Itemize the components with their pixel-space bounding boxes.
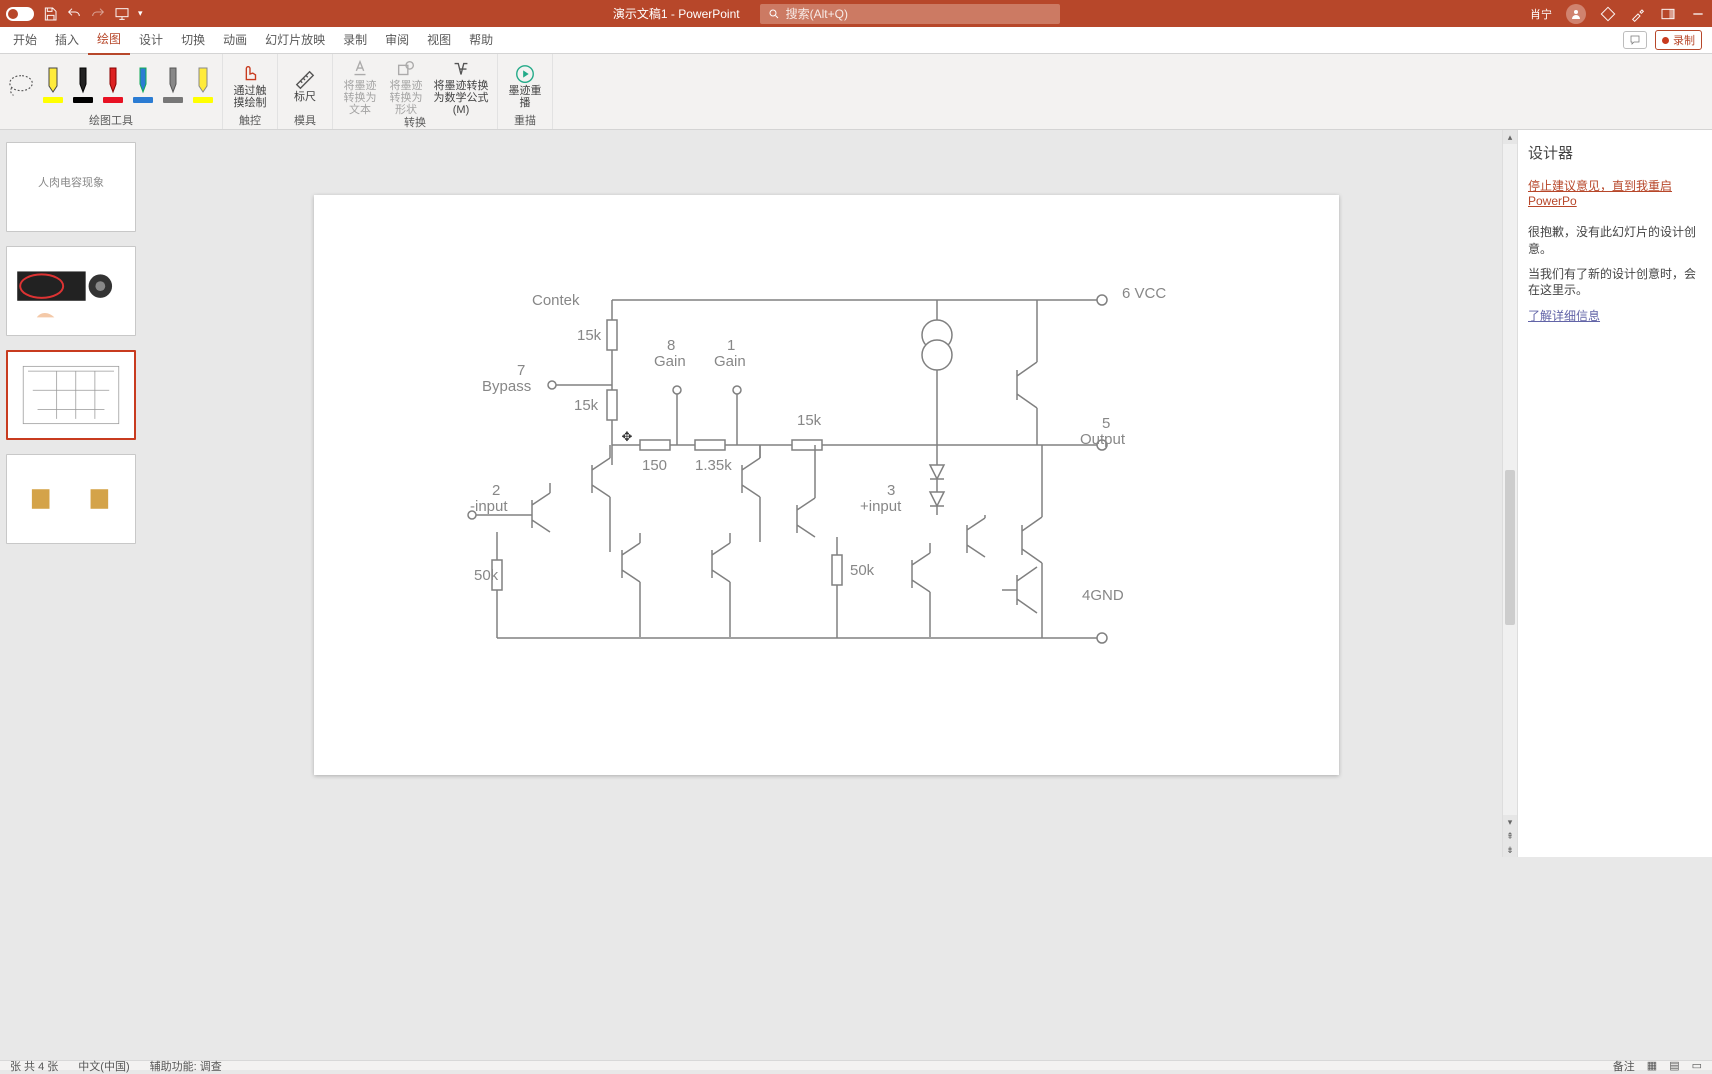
notes-button[interactable]: 备注: [1613, 1058, 1635, 1074]
normal-view-icon[interactable]: ▦: [1647, 1059, 1657, 1072]
thumb-4[interactable]: [6, 454, 136, 544]
ruler-button[interactable]: 标尺: [284, 69, 326, 103]
present-icon[interactable]: [114, 6, 130, 22]
undo-icon[interactable]: [66, 6, 82, 22]
tab-view[interactable]: 视图: [418, 27, 460, 54]
svg-text:4GND: 4GND: [1082, 587, 1124, 604]
svg-text:5Output: 5Output: [1080, 415, 1126, 448]
titlebar: ▾ 演示文稿1 - PowerPoint 搜索(Alt+Q) 肖宁: [0, 0, 1712, 27]
tab-review[interactable]: 审阅: [376, 27, 418, 54]
eyedrop-icon[interactable]: [1630, 6, 1646, 22]
pen-highlighter-yellow2[interactable]: [190, 66, 216, 106]
search-input[interactable]: 搜索(Alt+Q): [760, 4, 1060, 24]
tab-home[interactable]: 开始: [4, 27, 46, 54]
slide-thumbnails: 人肉电容现象: [0, 130, 150, 857]
tab-slideshow[interactable]: 幻灯片放映: [256, 27, 334, 54]
scroll-down-icon[interactable]: ▾: [1503, 815, 1517, 829]
autosave-toggle[interactable]: [6, 7, 34, 21]
svg-text:7Bypass: 7Bypass: [482, 362, 531, 395]
ink-replay-button[interactable]: 墨迹重播: [504, 63, 546, 109]
user-name: 肖宁: [1530, 6, 1552, 22]
panel-icon[interactable]: [1660, 6, 1676, 22]
group-touch: 通过触摸绘制 触控: [223, 54, 278, 129]
scrollbar-thumb[interactable]: [1505, 470, 1515, 625]
slide-canvas[interactable]: Contek 6 VCC 15k 7Bypass 15k 8Gain: [314, 195, 1339, 775]
diamond-icon[interactable]: [1600, 6, 1616, 22]
redo-icon[interactable]: [90, 6, 106, 22]
ribbon: 绘图工具 通过触摸绘制 触控 标尺 模具 将墨迹转换为文本: [0, 54, 1712, 130]
designer-pane: 设计器 停止建议意见，直到我重启 PowerPo 很抱歉，没有此幻灯片的设计创意…: [1517, 130, 1712, 857]
touch-draw-button[interactable]: 通过触摸绘制: [229, 63, 271, 109]
pen-grey[interactable]: [160, 66, 186, 106]
search-placeholder: 搜索(Alt+Q): [786, 5, 848, 22]
thumb-2[interactable]: [6, 246, 136, 336]
slide-canvas-wrapper: Contek 6 VCC 15k 7Bypass 15k 8Gain: [150, 130, 1502, 857]
vertical-scrollbar[interactable]: ▴ ▾ ⇞ ⇟: [1502, 130, 1517, 857]
svg-text:150: 150: [642, 457, 667, 474]
svg-text:6 VCC: 6 VCC: [1122, 285, 1166, 302]
tab-design[interactable]: 设计: [130, 27, 172, 54]
svg-text:1Gain: 1Gain: [714, 337, 746, 370]
accessibility-indicator[interactable]: 辅助功能: 调查: [150, 1058, 222, 1074]
pen-highlighter-yellow[interactable]: [40, 66, 66, 106]
group-convert: 将墨迹转换为文本 将墨迹转换为形状 将墨迹转换为数学公式(M) 转换: [333, 54, 498, 129]
svg-text:3+input: 3+input: [860, 482, 902, 515]
stop-suggestions-link[interactable]: 停止建议意见，直到我重启 PowerPo: [1528, 177, 1702, 208]
ink-to-text-button: 将墨迹转换为文本: [339, 58, 381, 116]
ink-to-shape-button: 将墨迹转换为形状: [385, 58, 427, 116]
group-stencil: 标尺 模具: [278, 54, 333, 129]
svg-text:15k: 15k: [577, 327, 602, 344]
designer-title: 设计器: [1528, 142, 1702, 163]
svg-text:8Gain: 8Gain: [654, 337, 686, 370]
tab-transition[interactable]: 切换: [172, 27, 214, 54]
designer-sorry-text: 很抱歉，没有此幻灯片的设计创意。: [1528, 224, 1702, 258]
language-indicator[interactable]: 中文(中国): [78, 1058, 129, 1074]
pen-red[interactable]: [100, 66, 126, 106]
svg-text:1.35k: 1.35k: [695, 457, 732, 474]
record-button[interactable]: 录制: [1655, 30, 1702, 50]
group-replay: 墨迹重播 重描: [498, 54, 553, 129]
main-area: 人肉电容现象 Contek 6 VCC 15k: [0, 130, 1712, 857]
svg-text:50k: 50k: [474, 567, 499, 584]
tab-record[interactable]: 录制: [334, 27, 376, 54]
svg-text:Contek: Contek: [532, 292, 580, 309]
ribbon-tabs: 开始 插入 绘图 设计 切换 动画 幻灯片放映 录制 审阅 视图 帮助 录制: [0, 27, 1712, 54]
prev-slide-icon[interactable]: ⇞: [1503, 829, 1517, 843]
minimize-icon[interactable]: [1690, 6, 1706, 22]
svg-text:15k: 15k: [797, 412, 822, 429]
avatar[interactable]: [1566, 4, 1586, 24]
group-draw-tools: 绘图工具: [0, 54, 223, 129]
svg-text:2-input: 2-input: [470, 482, 508, 515]
thumb-3[interactable]: [6, 350, 136, 440]
pen-blue[interactable]: [130, 66, 156, 106]
thumb-1[interactable]: 人肉电容现象: [6, 142, 136, 232]
lasso-icon[interactable]: [6, 71, 36, 101]
slide-count: 张 共 4 张: [10, 1058, 58, 1074]
svg-text:50k: 50k: [850, 562, 875, 579]
designer-info-text: 当我们有了新的设计创意时，会在这里示。: [1528, 266, 1702, 300]
svg-text:15k: 15k: [574, 397, 599, 414]
tab-draw[interactable]: 绘图: [88, 26, 130, 55]
circuit-image: Contek 6 VCC 15k 7Bypass 15k 8Gain: [462, 270, 1202, 670]
pen-black[interactable]: [70, 66, 96, 106]
tab-animation[interactable]: 动画: [214, 27, 256, 54]
document-title: 演示文稿1 - PowerPoint: [613, 5, 740, 22]
save-icon[interactable]: [42, 6, 58, 22]
sorter-view-icon[interactable]: ▤: [1669, 1059, 1679, 1072]
next-slide-icon[interactable]: ⇟: [1503, 843, 1517, 857]
ink-to-math-button[interactable]: 将墨迹转换为数学公式(M): [431, 58, 491, 116]
tab-insert[interactable]: 插入: [46, 27, 88, 54]
comments-button[interactable]: [1623, 31, 1647, 49]
learn-more-link[interactable]: 了解详细信息: [1528, 309, 1600, 323]
reading-view-icon[interactable]: ▭: [1692, 1059, 1702, 1072]
search-icon: [768, 8, 780, 20]
tab-help[interactable]: 帮助: [460, 27, 502, 54]
scroll-up-icon[interactable]: ▴: [1503, 130, 1517, 144]
statusbar: 张 共 4 张 中文(中国) 辅助功能: 调查 备注 ▦ ▤ ▭: [0, 1060, 1712, 1070]
